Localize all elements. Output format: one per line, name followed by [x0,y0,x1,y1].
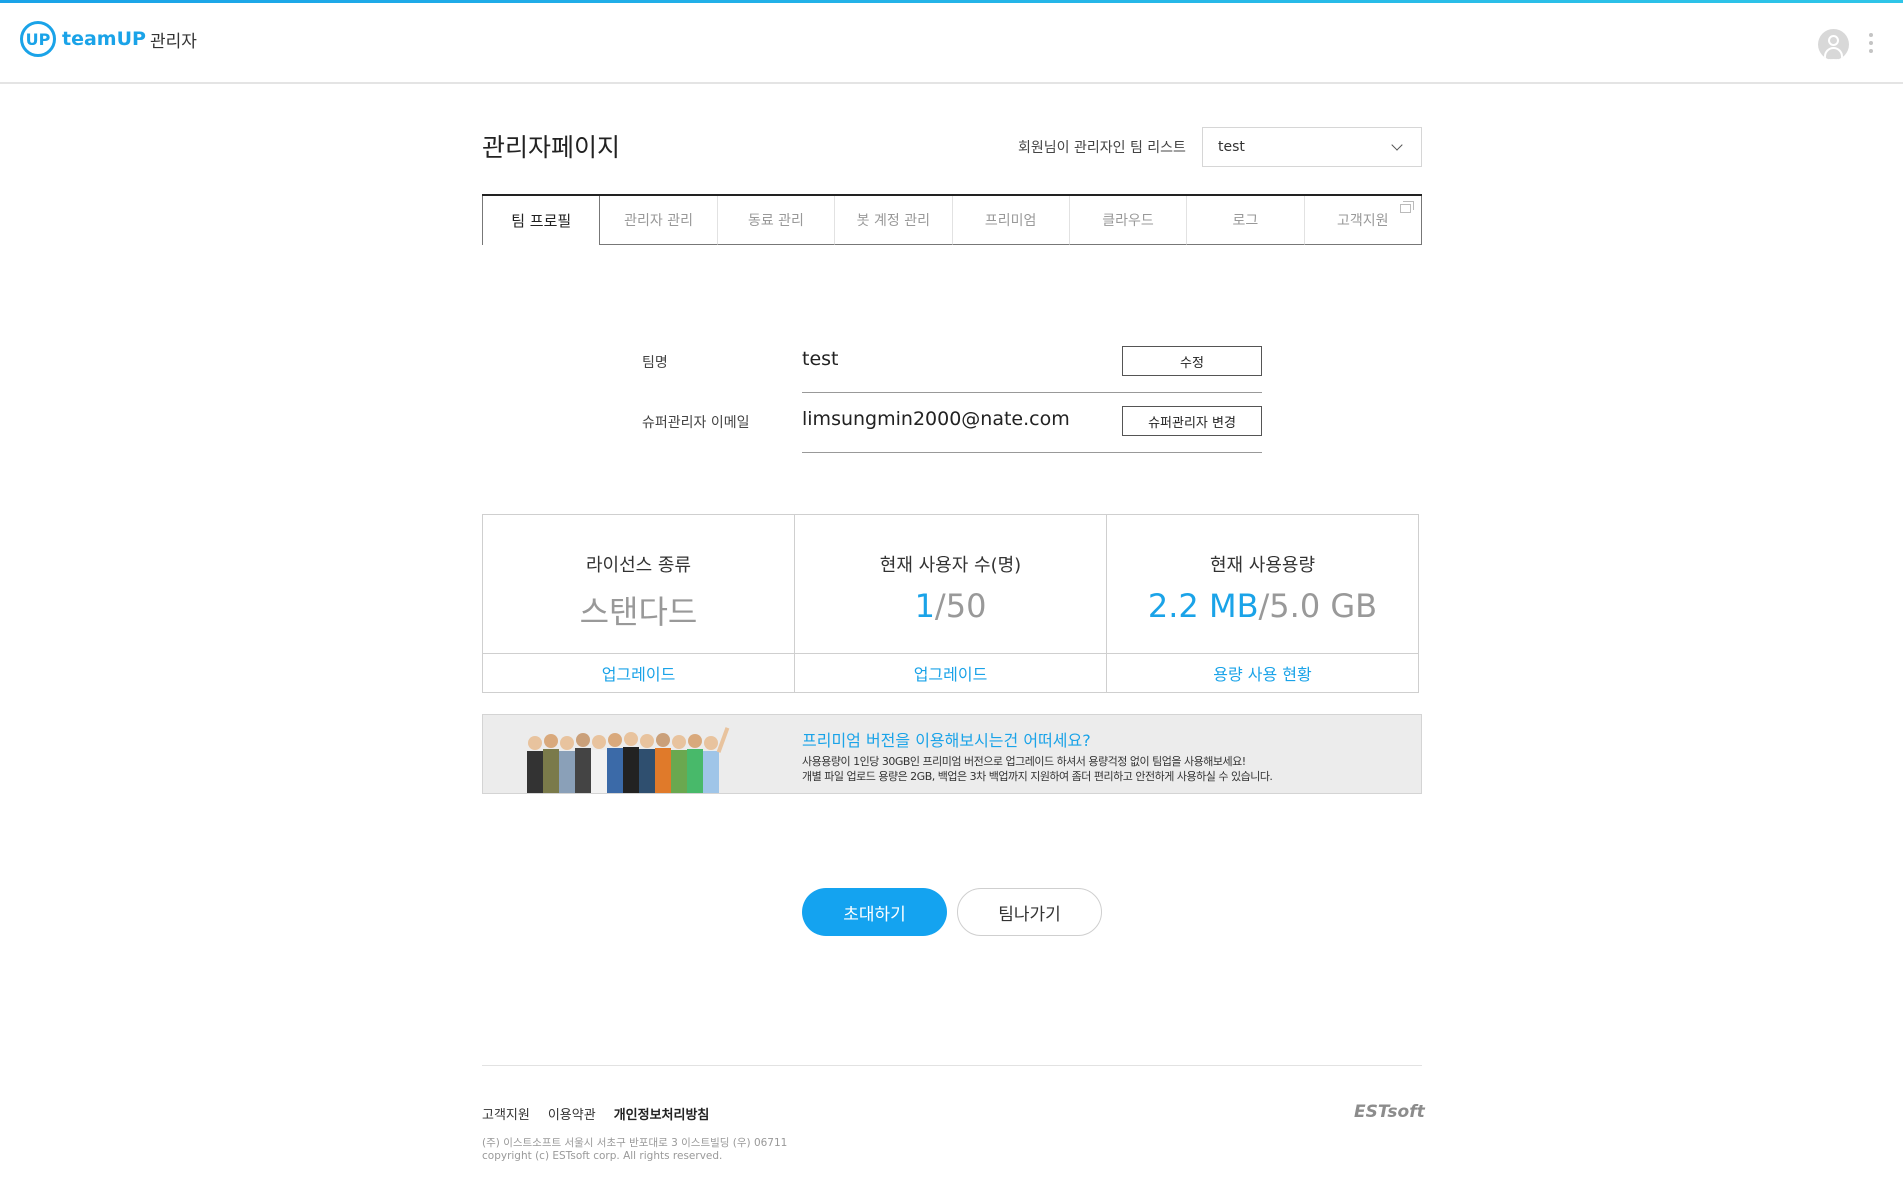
more-menu-icon[interactable] [1869,33,1875,57]
teamup-logo[interactable]: UP teamUP 관리자 [20,21,197,57]
tab-log[interactable]: 로그 [1187,196,1305,245]
leave-team-button[interactable]: 팀나가기 [957,888,1102,936]
license-type-label: 라이선스 종류 [585,555,692,576]
footer-address: (주) 이스트소프트 서울시 서초구 반포대로 3 이스트빌딩 (우) 0671… [482,1137,788,1149]
admin-tabs: 팀 프로필 관리자 관리 동료 관리 봇 계정 관리 프리미엄 클라우드 로그 … [482,194,1422,245]
team-select-dropdown[interactable]: test [1202,127,1422,167]
promo-title: 프리미엄 버전을 이용해보시는건 어떠세요? [802,731,1091,750]
tab-customer-support-label: 고객지원 [1337,213,1389,229]
user-upgrade-link[interactable]: 업그레이드 [795,654,1106,692]
change-super-admin-button[interactable]: 슈퍼관리자 변경 [1122,406,1262,436]
storage-total: /5.0 GB [1258,587,1378,625]
tab-colleague-management[interactable]: 동료 관리 [717,196,836,245]
footer-copyright: copyright (c) ESTsoft corp. All rights r… [482,1150,723,1162]
people-illustration-icon [527,727,730,793]
logo-subtitle: 관리자 [149,31,197,52]
tab-team-profile[interactable]: 팀 프로필 [482,196,601,245]
team-select-label: 회원님이 관리자인 팀 리스트 [1018,140,1186,156]
teamup-logo-icon: UP [20,21,56,57]
tab-customer-support[interactable]: 고객지원 [1304,196,1422,245]
footer-privacy-link[interactable]: 개인정보처리방침 [614,1104,710,1123]
chevron-down-icon [1391,139,1403,151]
license-type-value: 스탠다드 [579,593,698,631]
team-name-label: 팀명 [642,355,668,371]
super-admin-email-value: limsungmin2000@nate.com [802,408,1070,430]
team-name-value: test [802,348,839,370]
invite-button[interactable]: 초대하기 [802,888,947,936]
tab-premium[interactable]: 프리미엄 [952,196,1070,245]
user-avatar-icon[interactable] [1818,29,1849,60]
storage-usage-label: 현재 사용용량 [1209,555,1316,576]
super-admin-divider [802,452,1262,453]
storage-stat: 현재 사용용량 2.2 MB/5.0 GB 용량 사용 현황 [1107,515,1418,692]
user-count-stat: 현재 사용자 수(명) 1/50 업그레이드 [795,515,1107,692]
promo-line-1: 사용용량이 1인당 30GB인 프리미엄 버전으로 업그레이드 하셔서 용량걱정… [802,755,1246,768]
edit-team-name-button[interactable]: 수정 [1122,346,1262,376]
user-count-current: 1 [914,587,935,625]
storage-usage-value: 2.2 MB/5.0 GB [1107,587,1418,625]
team-name-divider [802,392,1262,393]
user-count-label: 현재 사용자 수(명) [879,555,1022,576]
storage-usage-link[interactable]: 용량 사용 현황 [1107,654,1418,692]
usage-stats: 라이선스 종류 스탠다드 업그레이드 현재 사용자 수(명) 1/50 업그레이… [482,514,1419,693]
page-title: 관리자페이지 [482,133,621,162]
license-stat: 라이선스 종류 스탠다드 업그레이드 [483,515,795,692]
logo-name: teamUP [62,28,146,50]
user-count-value: 1/50 [795,587,1106,625]
footer-links: 고객지원 이용약관 개인정보처리방침 [482,1104,709,1123]
tab-admin-management[interactable]: 관리자 관리 [600,196,718,245]
estsoft-logo: ESTsoft [1354,1102,1425,1122]
super-admin-email-label: 슈퍼관리자 이메일 [642,415,750,431]
app-header: UP teamUP 관리자 [0,3,1903,84]
tab-cloud[interactable]: 클라우드 [1069,196,1188,245]
external-link-icon [1400,201,1414,213]
premium-promo-banner[interactable]: 프리미엄 버전을 이용해보시는건 어떠세요? 사용용량이 1인당 30GB인 프… [482,714,1422,794]
footer-terms-link[interactable]: 이용약관 [548,1104,596,1123]
user-count-max: /50 [934,587,987,625]
team-select-value: test [1218,139,1245,155]
footer-divider [482,1065,1422,1066]
storage-used: 2.2 MB [1147,587,1259,625]
footer-support-link[interactable]: 고객지원 [482,1104,530,1123]
license-upgrade-link[interactable]: 업그레이드 [483,654,794,692]
tab-bot-account-management[interactable]: 봇 계정 관리 [835,196,953,245]
promo-line-2: 개별 파일 업로드 용량은 2GB, 백업은 3차 백업까지 지원하여 좀더 편… [802,770,1273,783]
